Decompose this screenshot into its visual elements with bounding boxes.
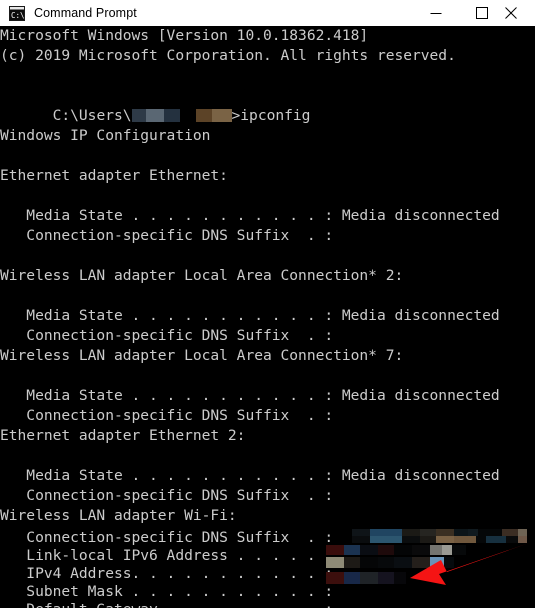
redaction-mosaic-cell: [436, 536, 454, 543]
console-line-version: Microsoft Windows [Version 10.0.18362.41…: [0, 27, 369, 44]
console-dns-suffix: Connection-specific DNS Suffix . :: [0, 407, 334, 424]
redaction-mosaic-cell: [402, 529, 420, 536]
console-adapter-lac2: Wireless LAN adapter Local Area Connecti…: [0, 267, 404, 284]
redaction-mosaic-cell: [412, 545, 430, 555]
console-adapter-ethernet: Ethernet adapter Ethernet:: [0, 167, 228, 184]
prompt-redaction-blocks: [131, 107, 232, 124]
console-media-state: Media State . . . . . . . . . . . : Medi…: [0, 307, 500, 324]
redaction-mosaic-cell: [420, 536, 436, 543]
redaction-mosaic-cell: [344, 557, 360, 568]
console-adapter-lac7: Wireless LAN adapter Local Area Connecti…: [0, 347, 404, 364]
window-titlebar[interactable]: C:\ Command Prompt: [0, 0, 535, 26]
svg-text:C:\: C:\: [11, 11, 25, 20]
redaction-mosaic-cell: [352, 529, 370, 536]
redaction-mosaic-cell: [378, 557, 394, 568]
maximize-button[interactable]: [459, 0, 505, 26]
redaction-mosaic-cell: [486, 536, 506, 543]
username-redaction-block: [211, 109, 232, 122]
minimize-button[interactable]: [413, 0, 459, 26]
redaction-mosaic-cell: [420, 529, 436, 536]
redaction-mosaic-cell: [360, 557, 378, 568]
console-dns-suffix: Connection-specific DNS Suffix . :: [0, 227, 334, 244]
console-wifi-ipv4: IPv4 Address. . . . . . . . . . . :: [0, 565, 334, 582]
console-adapter-wifi: Wireless LAN adapter Wi-Fi:: [0, 507, 237, 524]
redaction-mosaic-cell: [454, 536, 476, 543]
console-media-state: Media State . . . . . . . . . . . : Medi…: [0, 387, 500, 404]
username-redaction-block: [145, 109, 164, 122]
redaction-mosaic-cell: [370, 529, 402, 536]
console-dns-suffix: Connection-specific DNS Suffix . :: [0, 327, 334, 344]
redaction-mosaic-cell: [502, 529, 518, 536]
redaction-mosaic-cell: [430, 545, 442, 555]
command-prompt-window: C:\ Command Prompt Microsoft Windows [Ve…: [0, 0, 535, 608]
console-wifi-ipv6: Link-local IPv6 Address . . . . . :: [0, 547, 334, 564]
redaction-mosaic-cell: [370, 536, 402, 543]
prompt-command: >ipconfig: [231, 107, 311, 124]
username-redaction-block: [195, 109, 212, 122]
console-dns-suffix: Connection-specific DNS Suffix . :: [0, 487, 334, 504]
console-wifi-default-gateway: Default Gateway . . . . . . . . . :: [0, 600, 333, 608]
console-prompt-line: C:\Users\ >ipconfig: [0, 86, 311, 124]
redaction-mosaic-cell: [476, 536, 486, 543]
redaction-mosaic-cell: [402, 536, 420, 543]
console-wifi-subnet-mask: Subnet Mask . . . . . . . . . . . :: [0, 583, 334, 600]
username-redaction-block: [163, 109, 180, 122]
redaction-mosaic-cell: [468, 529, 478, 536]
redaction-mosaic-cell: [352, 536, 370, 543]
redaction-mosaic-cell: [378, 572, 394, 584]
redaction-mosaic-cell: [518, 529, 527, 536]
console-icon: C:\: [9, 5, 25, 21]
redaction-mosaic-cell: [436, 529, 454, 536]
redaction-mosaic-cell: [444, 557, 454, 568]
console-line-copyright: (c) 2019 Microsoft Corporation. All righ…: [0, 47, 456, 64]
redaction-mosaic-cell: [360, 572, 378, 584]
console-media-state: Media State . . . . . . . . . . . : Medi…: [0, 207, 500, 224]
redaction-mosaic-cell: [430, 557, 444, 568]
redaction-mosaic-cell: [442, 545, 452, 555]
redaction-mosaic-cell: [344, 545, 360, 555]
redaction-mosaic-cell: [454, 529, 468, 536]
close-button[interactable]: [505, 0, 535, 26]
console-media-state: Media State . . . . . . . . . . . : Medi…: [0, 467, 500, 484]
redaction-mosaic-cell: [478, 529, 502, 536]
console-wifi-dns-suffix: Connection-specific DNS Suffix . :: [0, 529, 334, 546]
redaction-mosaic-cell: [344, 572, 360, 584]
redaction-mosaic-cell: [518, 536, 527, 543]
prompt-prefix: C:\Users\: [52, 107, 132, 124]
redaction-mosaic-cell: [394, 545, 412, 555]
console-line-ipconfig-header: Windows IP Configuration: [0, 127, 211, 144]
redaction-mosaic-cell: [360, 545, 378, 555]
redaction-mosaic-cell: [378, 545, 394, 555]
window-title: Command Prompt: [34, 6, 137, 20]
redaction-mosaic-cell: [394, 557, 412, 568]
console-adapter-ethernet2: Ethernet adapter Ethernet 2:: [0, 427, 246, 444]
redaction-mosaic-cell: [394, 572, 406, 584]
console-output-area[interactable]: Microsoft Windows [Version 10.0.18362.41…: [0, 26, 535, 608]
username-redaction-block: [131, 109, 146, 122]
redaction-mosaic-cell: [506, 536, 518, 543]
redaction-mosaic-cell: [452, 545, 466, 555]
redaction-mosaic-cell: [412, 557, 430, 568]
